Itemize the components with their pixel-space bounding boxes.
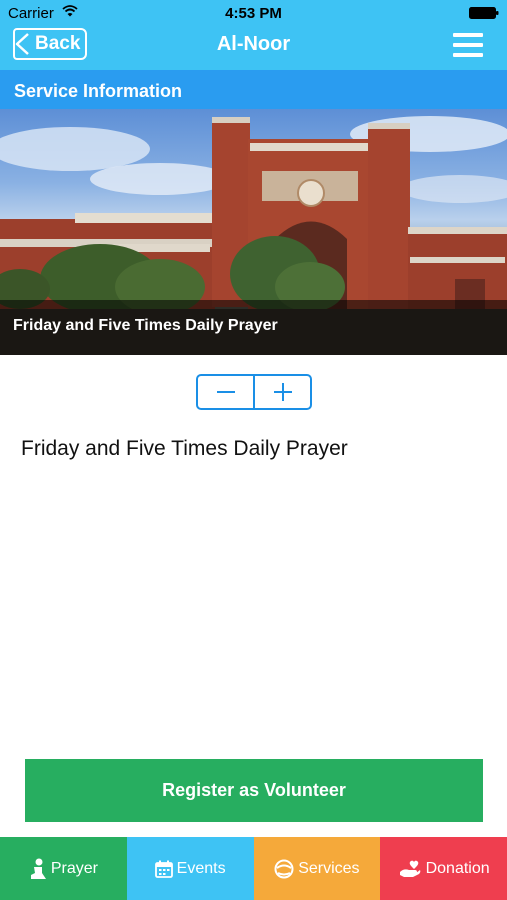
minus-icon [216,391,235,393]
hero-caption: Friday and Five Times Daily Prayer [0,300,507,355]
plus-icon [273,383,292,401]
register-volunteer-button[interactable]: Register as Volunteer [25,759,483,822]
tab-services[interactable]: Services [253,837,381,900]
nav-title: Al-Noor [216,33,291,55]
prayer-icon [30,858,46,879]
screen: Carrier 4:53 PM Back Al-Noor Service Inf… [0,0,507,900]
tab-donation-label: Donation [425,859,490,877]
tab-bar: Prayer Events Services Donation [0,837,507,900]
tab-services-label: Services [298,859,360,877]
tab-prayer[interactable]: Prayer [0,837,127,900]
increase-button[interactable] [253,376,310,408]
section-header: Service Information [0,70,507,109]
calendar-icon [154,860,173,878]
quantity-stepper [196,374,312,410]
nav-bar: Back Al-Noor [0,26,507,70]
donation-icon [399,860,420,877]
decrease-button[interactable] [198,376,253,408]
status-bar: Carrier 4:53 PM [0,0,507,26]
hamburger-menu-icon[interactable] [453,32,483,58]
service-description: Friday and Five Times Daily Prayer [21,437,348,460]
services-icon [274,859,294,878]
tab-events-label: Events [176,859,226,877]
hero-image: Friday and Five Times Daily Prayer [0,109,507,355]
tab-events[interactable]: Events [126,837,254,900]
tab-prayer-label: Prayer [50,859,98,877]
status-time: 4:53 PM [225,5,282,22]
battery-icon [469,7,499,19]
tab-donation[interactable]: Donation [380,837,507,900]
